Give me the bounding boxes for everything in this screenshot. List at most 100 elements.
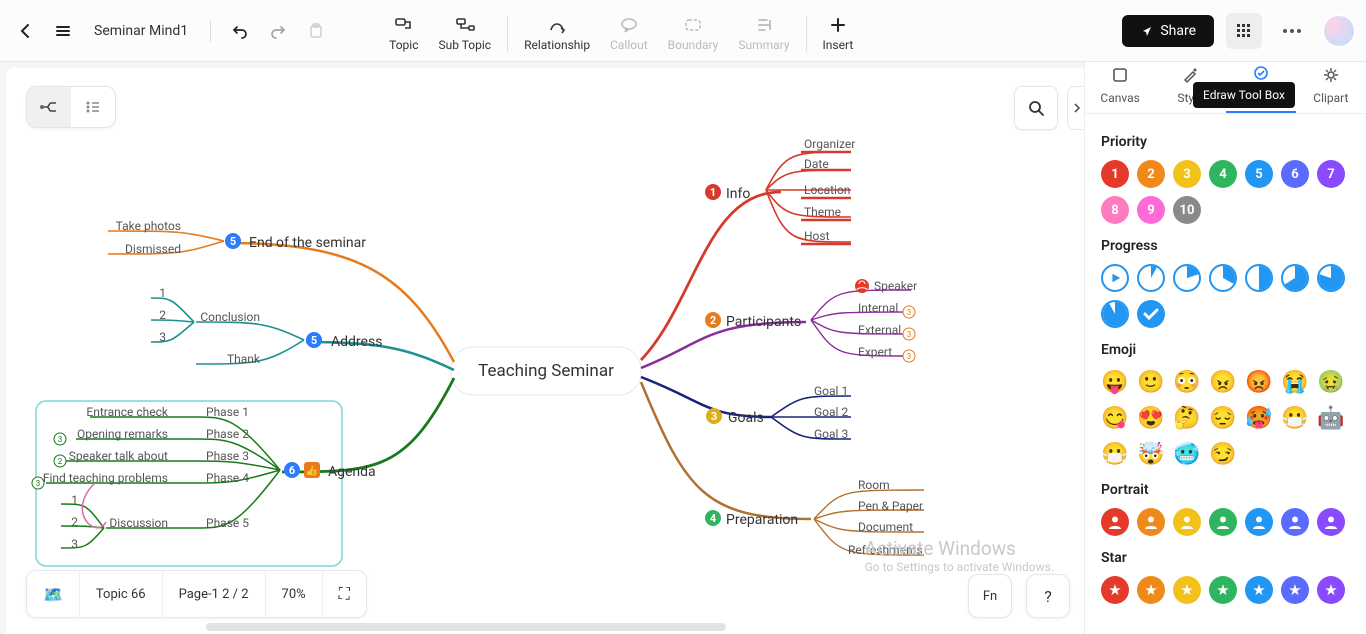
emoji-6[interactable]: 🤢 <box>1317 368 1345 396</box>
emoji-9[interactable]: 🤔 <box>1173 404 1201 432</box>
star-0[interactable]: ★ <box>1101 576 1129 604</box>
share-button[interactable]: Share <box>1122 15 1214 47</box>
progress-8[interactable] <box>1137 300 1165 328</box>
fn-button[interactable]: Fn <box>968 574 1012 618</box>
portrait-6[interactable] <box>1317 508 1345 536</box>
canvas[interactable]: Teaching Seminar 1 Info Organizer Date L… <box>6 68 1084 634</box>
star-5[interactable]: ★ <box>1281 576 1309 604</box>
progress-3[interactable] <box>1209 264 1237 292</box>
emoji-0[interactable]: 😛 <box>1101 368 1129 396</box>
share-label: Share <box>1160 23 1196 39</box>
svg-text:3: 3 <box>907 352 912 361</box>
portrait-4[interactable] <box>1245 508 1273 536</box>
help-button[interactable]: ? <box>1026 574 1070 618</box>
fullscreen-button[interactable]: ⛶ <box>323 571 366 617</box>
svg-text:Document: Document <box>858 520 913 534</box>
progress-1[interactable] <box>1137 264 1165 292</box>
progress-7[interactable] <box>1101 300 1129 328</box>
tool-subtopic[interactable]: Sub Topic <box>428 10 501 52</box>
progress-5[interactable] <box>1281 264 1309 292</box>
priority-5[interactable]: 5 <box>1245 160 1273 188</box>
panel-collapse-icon[interactable] <box>1067 86 1084 130</box>
progress-4[interactable] <box>1245 264 1273 292</box>
apps-grid-icon[interactable] <box>1226 13 1262 49</box>
emoji-3[interactable]: 😠 <box>1209 368 1237 396</box>
tool-insert[interactable]: Insert <box>813 10 864 52</box>
tab-clipart[interactable]: Clipart <box>1296 60 1366 113</box>
svg-text:Organizer: Organizer <box>804 137 855 151</box>
svg-text:Phase 2: Phase 2 <box>206 427 249 441</box>
portrait-3[interactable] <box>1209 508 1237 536</box>
more-icon[interactable] <box>1274 13 1310 49</box>
priority-4[interactable]: 4 <box>1209 160 1237 188</box>
emoji-4[interactable]: 😡 <box>1245 368 1273 396</box>
redo-icon[interactable] <box>263 16 293 46</box>
svg-text:Phase 1: Phase 1 <box>206 405 249 419</box>
svg-text:End of the seminar: End of the seminar <box>249 235 366 251</box>
user-avatar[interactable] <box>1322 14 1356 48</box>
portrait-1[interactable] <box>1137 508 1165 536</box>
emoji-11[interactable]: 🥵 <box>1245 404 1273 432</box>
doc-title[interactable]: Seminar Mind1 <box>86 23 196 39</box>
priority-6[interactable]: 6 <box>1281 160 1309 188</box>
priority-1[interactable]: 1 <box>1101 160 1129 188</box>
emoji-10[interactable]: 😔 <box>1209 404 1237 432</box>
side-panel: Edraw Tool Box CanvasStyleMarkClipart Pr… <box>1084 62 1366 634</box>
center-topic: Teaching Seminar <box>478 361 614 381</box>
back-icon[interactable] <box>10 16 40 46</box>
portrait-0[interactable] <box>1101 508 1129 536</box>
svg-text:Participants: Participants <box>726 314 801 330</box>
star-1[interactable]: ★ <box>1137 576 1165 604</box>
priority-9[interactable]: 9 <box>1137 196 1165 224</box>
progress-6[interactable] <box>1317 264 1345 292</box>
star-6[interactable]: ★ <box>1317 576 1345 604</box>
tool-topic[interactable]: Topic <box>379 10 428 52</box>
portrait-5[interactable] <box>1281 508 1309 536</box>
emoji-12[interactable]: 😷 <box>1281 404 1309 432</box>
emoji-7[interactable]: 😋 <box>1101 404 1129 432</box>
menu-icon[interactable] <box>48 16 78 46</box>
emoji-8[interactable]: 😍 <box>1137 404 1165 432</box>
tool-relationship[interactable]: Relationship <box>514 10 600 52</box>
emoji-15[interactable]: 🤯 <box>1137 440 1165 468</box>
view-outline-icon[interactable] <box>71 87 115 127</box>
emoji-2[interactable]: 😳 <box>1173 368 1201 396</box>
section-title-star: Star <box>1101 550 1350 566</box>
star-3[interactable]: ★ <box>1209 576 1237 604</box>
svg-text:Info: Info <box>726 186 750 202</box>
svg-text:2: 2 <box>159 308 166 322</box>
svg-text:Conclusion: Conclusion <box>200 310 260 324</box>
svg-text:1: 1 <box>710 186 716 199</box>
progress-0[interactable] <box>1101 264 1129 292</box>
emoji-17[interactable]: 😏 <box>1209 440 1237 468</box>
svg-text:Dismissed: Dismissed <box>125 242 181 256</box>
star-4[interactable]: ★ <box>1245 576 1273 604</box>
priority-3[interactable]: 3 <box>1173 160 1201 188</box>
paste-icon[interactable] <box>301 16 331 46</box>
emoji-1[interactable]: 🙂 <box>1137 368 1165 396</box>
map-overview-button[interactable]: 🗺️ <box>27 571 80 617</box>
priority-7[interactable]: 7 <box>1317 160 1345 188</box>
portrait-2[interactable] <box>1173 508 1201 536</box>
star-2[interactable]: ★ <box>1173 576 1201 604</box>
search-button[interactable] <box>1014 86 1058 130</box>
svg-text:Location: Location <box>804 183 850 197</box>
topic-count[interactable]: Topic 66 <box>80 571 163 617</box>
priority-10[interactable]: 10 <box>1173 196 1201 224</box>
horizontal-scrollbar[interactable] <box>206 623 726 631</box>
svg-text:Date: Date <box>804 157 829 171</box>
page-indicator[interactable]: Page-1 2 / 2 <box>163 571 266 617</box>
emoji-16[interactable]: 🥶 <box>1173 440 1201 468</box>
undo-icon[interactable] <box>225 16 255 46</box>
priority-2[interactable]: 2 <box>1137 160 1165 188</box>
zoom-level[interactable]: 70% <box>266 571 323 617</box>
tab-canvas[interactable]: Canvas <box>1085 60 1155 113</box>
emoji-13[interactable]: 🤖 <box>1317 404 1345 432</box>
view-toggle <box>26 86 116 128</box>
priority-8[interactable]: 8 <box>1101 196 1129 224</box>
view-mindmap-icon[interactable] <box>27 87 71 127</box>
svg-text:6: 6 <box>289 464 295 477</box>
emoji-14[interactable]: 😷 <box>1101 440 1129 468</box>
progress-2[interactable] <box>1173 264 1201 292</box>
emoji-5[interactable]: 😭 <box>1281 368 1309 396</box>
